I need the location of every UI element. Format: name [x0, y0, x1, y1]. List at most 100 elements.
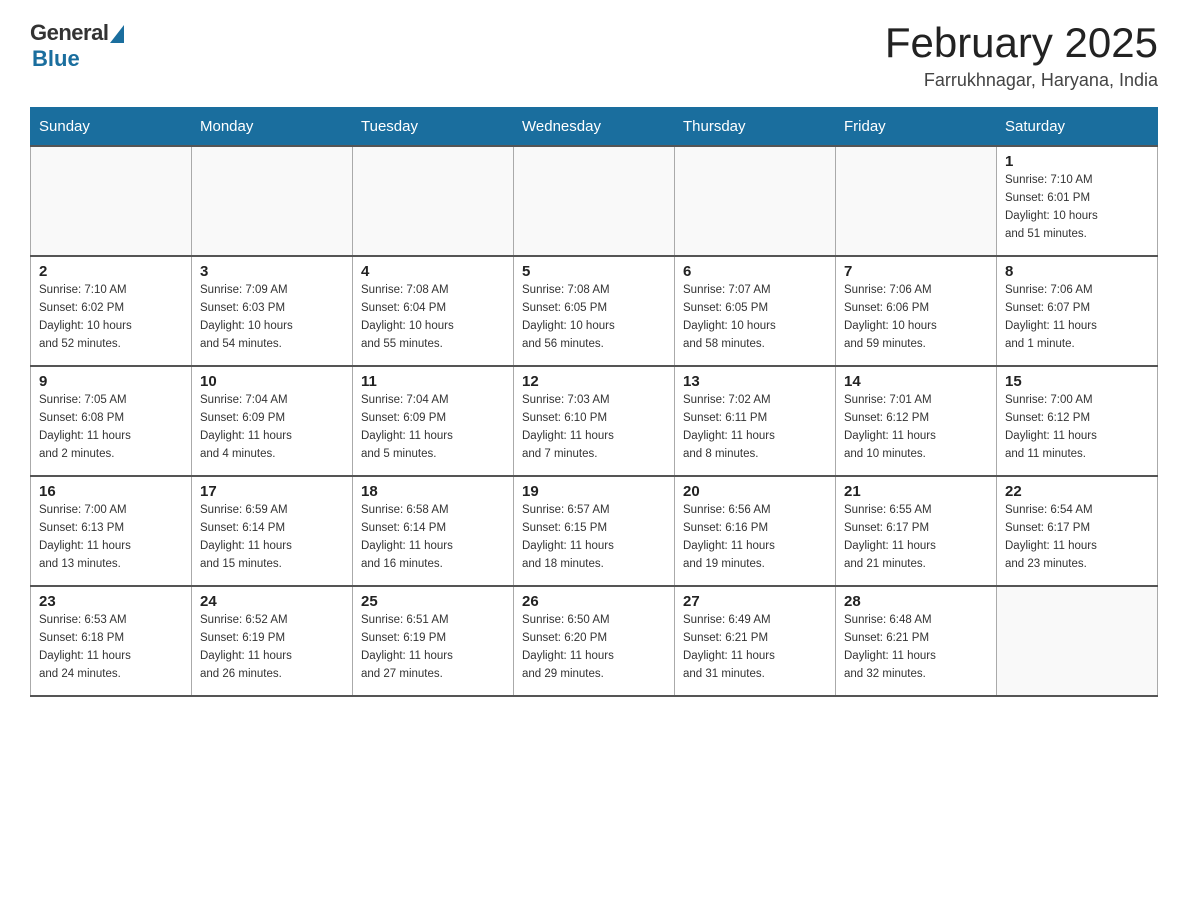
- day-number: 14: [844, 373, 988, 390]
- calendar-cell: 5 Sunrise: 7:08 AM Sunset: 6:05 PM Daylig…: [514, 256, 675, 366]
- calendar-cell: 15 Sunrise: 7:00 AM Sunset: 6:12 PM Dayli…: [997, 366, 1158, 476]
- calendar-cell: [31, 146, 192, 256]
- day-info: Sunrise: 6:54 AM Sunset: 6:17 PM Dayligh…: [1005, 502, 1149, 573]
- day-info: Sunrise: 7:04 AM Sunset: 6:09 PM Dayligh…: [200, 392, 344, 463]
- day-info: Sunrise: 7:04 AM Sunset: 6:09 PM Dayligh…: [361, 392, 505, 463]
- week-row-5: 23 Sunrise: 6:53 AM Sunset: 6:18 PM Dayli…: [31, 586, 1158, 696]
- calendar-cell: 11 Sunrise: 7:04 AM Sunset: 6:09 PM Dayli…: [353, 366, 514, 476]
- day-header-monday: Monday: [192, 108, 353, 147]
- calendar-cell: 14 Sunrise: 7:01 AM Sunset: 6:12 PM Dayli…: [836, 366, 997, 476]
- day-info: Sunrise: 7:08 AM Sunset: 6:04 PM Dayligh…: [361, 282, 505, 353]
- day-info: Sunrise: 7:10 AM Sunset: 6:02 PM Dayligh…: [39, 282, 183, 353]
- calendar-header-row: SundayMondayTuesdayWednesdayThursdayFrid…: [31, 108, 1158, 147]
- day-info: Sunrise: 7:07 AM Sunset: 6:05 PM Dayligh…: [683, 282, 827, 353]
- calendar-cell: [514, 146, 675, 256]
- day-number: 17: [200, 483, 344, 500]
- calendar-cell: 6 Sunrise: 7:07 AM Sunset: 6:05 PM Daylig…: [675, 256, 836, 366]
- day-number: 23: [39, 593, 183, 610]
- day-number: 4: [361, 263, 505, 280]
- day-info: Sunrise: 7:02 AM Sunset: 6:11 PM Dayligh…: [683, 392, 827, 463]
- calendar-cell: 20 Sunrise: 6:56 AM Sunset: 6:16 PM Dayli…: [675, 476, 836, 586]
- calendar-cell: 24 Sunrise: 6:52 AM Sunset: 6:19 PM Dayli…: [192, 586, 353, 696]
- day-info: Sunrise: 6:57 AM Sunset: 6:15 PM Dayligh…: [522, 502, 666, 573]
- day-number: 5: [522, 263, 666, 280]
- calendar-cell: [192, 146, 353, 256]
- calendar-cell: 16Sunrise: 7:00 AM Sunset: 6:13 PM Dayli…: [31, 476, 192, 586]
- calendar-cell: 7 Sunrise: 7:06 AM Sunset: 6:06 PM Daylig…: [836, 256, 997, 366]
- day-info: Sunrise: 6:48 AM Sunset: 6:21 PM Dayligh…: [844, 612, 988, 683]
- calendar-cell: 23 Sunrise: 6:53 AM Sunset: 6:18 PM Dayli…: [31, 586, 192, 696]
- day-number: 20: [683, 483, 827, 500]
- day-number: 13: [683, 373, 827, 390]
- day-number: 1: [1005, 153, 1149, 170]
- day-header-tuesday: Tuesday: [353, 108, 514, 147]
- calendar-cell: [353, 146, 514, 256]
- day-info: Sunrise: 7:00 AM Sunset: 6:12 PM Dayligh…: [1005, 392, 1149, 463]
- day-number: 2: [39, 263, 183, 280]
- day-info: Sunrise: 6:52 AM Sunset: 6:19 PM Dayligh…: [200, 612, 344, 683]
- day-number: 12: [522, 373, 666, 390]
- calendar-cell: 19 Sunrise: 6:57 AM Sunset: 6:15 PM Dayli…: [514, 476, 675, 586]
- day-number: 26: [522, 593, 666, 610]
- calendar-cell: 17Sunrise: 6:59 AM Sunset: 6:14 PM Dayli…: [192, 476, 353, 586]
- week-row-4: 16Sunrise: 7:00 AM Sunset: 6:13 PM Dayli…: [31, 476, 1158, 586]
- calendar-cell: 10Sunrise: 7:04 AM Sunset: 6:09 PM Dayli…: [192, 366, 353, 476]
- day-info: Sunrise: 7:09 AM Sunset: 6:03 PM Dayligh…: [200, 282, 344, 353]
- logo: General Blue: [30, 20, 124, 72]
- day-info: Sunrise: 6:56 AM Sunset: 6:16 PM Dayligh…: [683, 502, 827, 573]
- day-number: 7: [844, 263, 988, 280]
- day-number: 11: [361, 373, 505, 390]
- week-row-1: 1Sunrise: 7:10 AM Sunset: 6:01 PM Daylig…: [31, 146, 1158, 256]
- day-number: 18: [361, 483, 505, 500]
- calendar-cell: [997, 586, 1158, 696]
- day-info: Sunrise: 6:49 AM Sunset: 6:21 PM Dayligh…: [683, 612, 827, 683]
- day-info: Sunrise: 6:50 AM Sunset: 6:20 PM Dayligh…: [522, 612, 666, 683]
- day-info: Sunrise: 6:58 AM Sunset: 6:14 PM Dayligh…: [361, 502, 505, 573]
- day-number: 9: [39, 373, 183, 390]
- day-number: 27: [683, 593, 827, 610]
- logo-triangle-icon: [110, 25, 124, 43]
- calendar-cell: 12 Sunrise: 7:03 AM Sunset: 6:10 PM Dayli…: [514, 366, 675, 476]
- day-header-saturday: Saturday: [997, 108, 1158, 147]
- calendar-cell: 9 Sunrise: 7:05 AM Sunset: 6:08 PM Daylig…: [31, 366, 192, 476]
- calendar-cell: 13 Sunrise: 7:02 AM Sunset: 6:11 PM Dayli…: [675, 366, 836, 476]
- day-header-sunday: Sunday: [31, 108, 192, 147]
- logo-general-text: General: [30, 20, 108, 46]
- calendar-cell: 26 Sunrise: 6:50 AM Sunset: 6:20 PM Dayli…: [514, 586, 675, 696]
- logo-blue-text: Blue: [32, 46, 80, 72]
- day-info: Sunrise: 7:03 AM Sunset: 6:10 PM Dayligh…: [522, 392, 666, 463]
- day-number: 15: [1005, 373, 1149, 390]
- calendar-cell: 3 Sunrise: 7:09 AM Sunset: 6:03 PM Daylig…: [192, 256, 353, 366]
- day-info: Sunrise: 7:01 AM Sunset: 6:12 PM Dayligh…: [844, 392, 988, 463]
- day-info: Sunrise: 7:08 AM Sunset: 6:05 PM Dayligh…: [522, 282, 666, 353]
- calendar-cell: 27 Sunrise: 6:49 AM Sunset: 6:21 PM Dayli…: [675, 586, 836, 696]
- month-title: February 2025: [885, 20, 1158, 66]
- calendar-cell: 18 Sunrise: 6:58 AM Sunset: 6:14 PM Dayli…: [353, 476, 514, 586]
- location-text: Farrukhnagar, Haryana, India: [885, 70, 1158, 91]
- day-number: 21: [844, 483, 988, 500]
- calendar-cell: 21 Sunrise: 6:55 AM Sunset: 6:17 PM Dayli…: [836, 476, 997, 586]
- day-header-thursday: Thursday: [675, 108, 836, 147]
- title-section: February 2025 Farrukhnagar, Haryana, Ind…: [885, 20, 1158, 91]
- calendar-cell: 1Sunrise: 7:10 AM Sunset: 6:01 PM Daylig…: [997, 146, 1158, 256]
- week-row-3: 9 Sunrise: 7:05 AM Sunset: 6:08 PM Daylig…: [31, 366, 1158, 476]
- day-number: 28: [844, 593, 988, 610]
- day-number: 6: [683, 263, 827, 280]
- day-number: 25: [361, 593, 505, 610]
- day-info: Sunrise: 7:00 AM Sunset: 6:13 PM Dayligh…: [39, 502, 183, 573]
- day-info: Sunrise: 6:55 AM Sunset: 6:17 PM Dayligh…: [844, 502, 988, 573]
- day-number: 8: [1005, 263, 1149, 280]
- day-number: 19: [522, 483, 666, 500]
- day-number: 3: [200, 263, 344, 280]
- day-header-wednesday: Wednesday: [514, 108, 675, 147]
- calendar-table: SundayMondayTuesdayWednesdayThursdayFrid…: [30, 107, 1158, 697]
- calendar-cell: 22 Sunrise: 6:54 AM Sunset: 6:17 PM Dayli…: [997, 476, 1158, 586]
- page-header: General Blue February 2025 Farrukhnagar,…: [30, 20, 1158, 91]
- calendar-cell: 25Sunrise: 6:51 AM Sunset: 6:19 PM Dayli…: [353, 586, 514, 696]
- day-info: Sunrise: 6:53 AM Sunset: 6:18 PM Dayligh…: [39, 612, 183, 683]
- day-info: Sunrise: 7:06 AM Sunset: 6:06 PM Dayligh…: [844, 282, 988, 353]
- day-info: Sunrise: 7:06 AM Sunset: 6:07 PM Dayligh…: [1005, 282, 1149, 353]
- day-number: 22: [1005, 483, 1149, 500]
- day-number: 24: [200, 593, 344, 610]
- day-info: Sunrise: 7:05 AM Sunset: 6:08 PM Dayligh…: [39, 392, 183, 463]
